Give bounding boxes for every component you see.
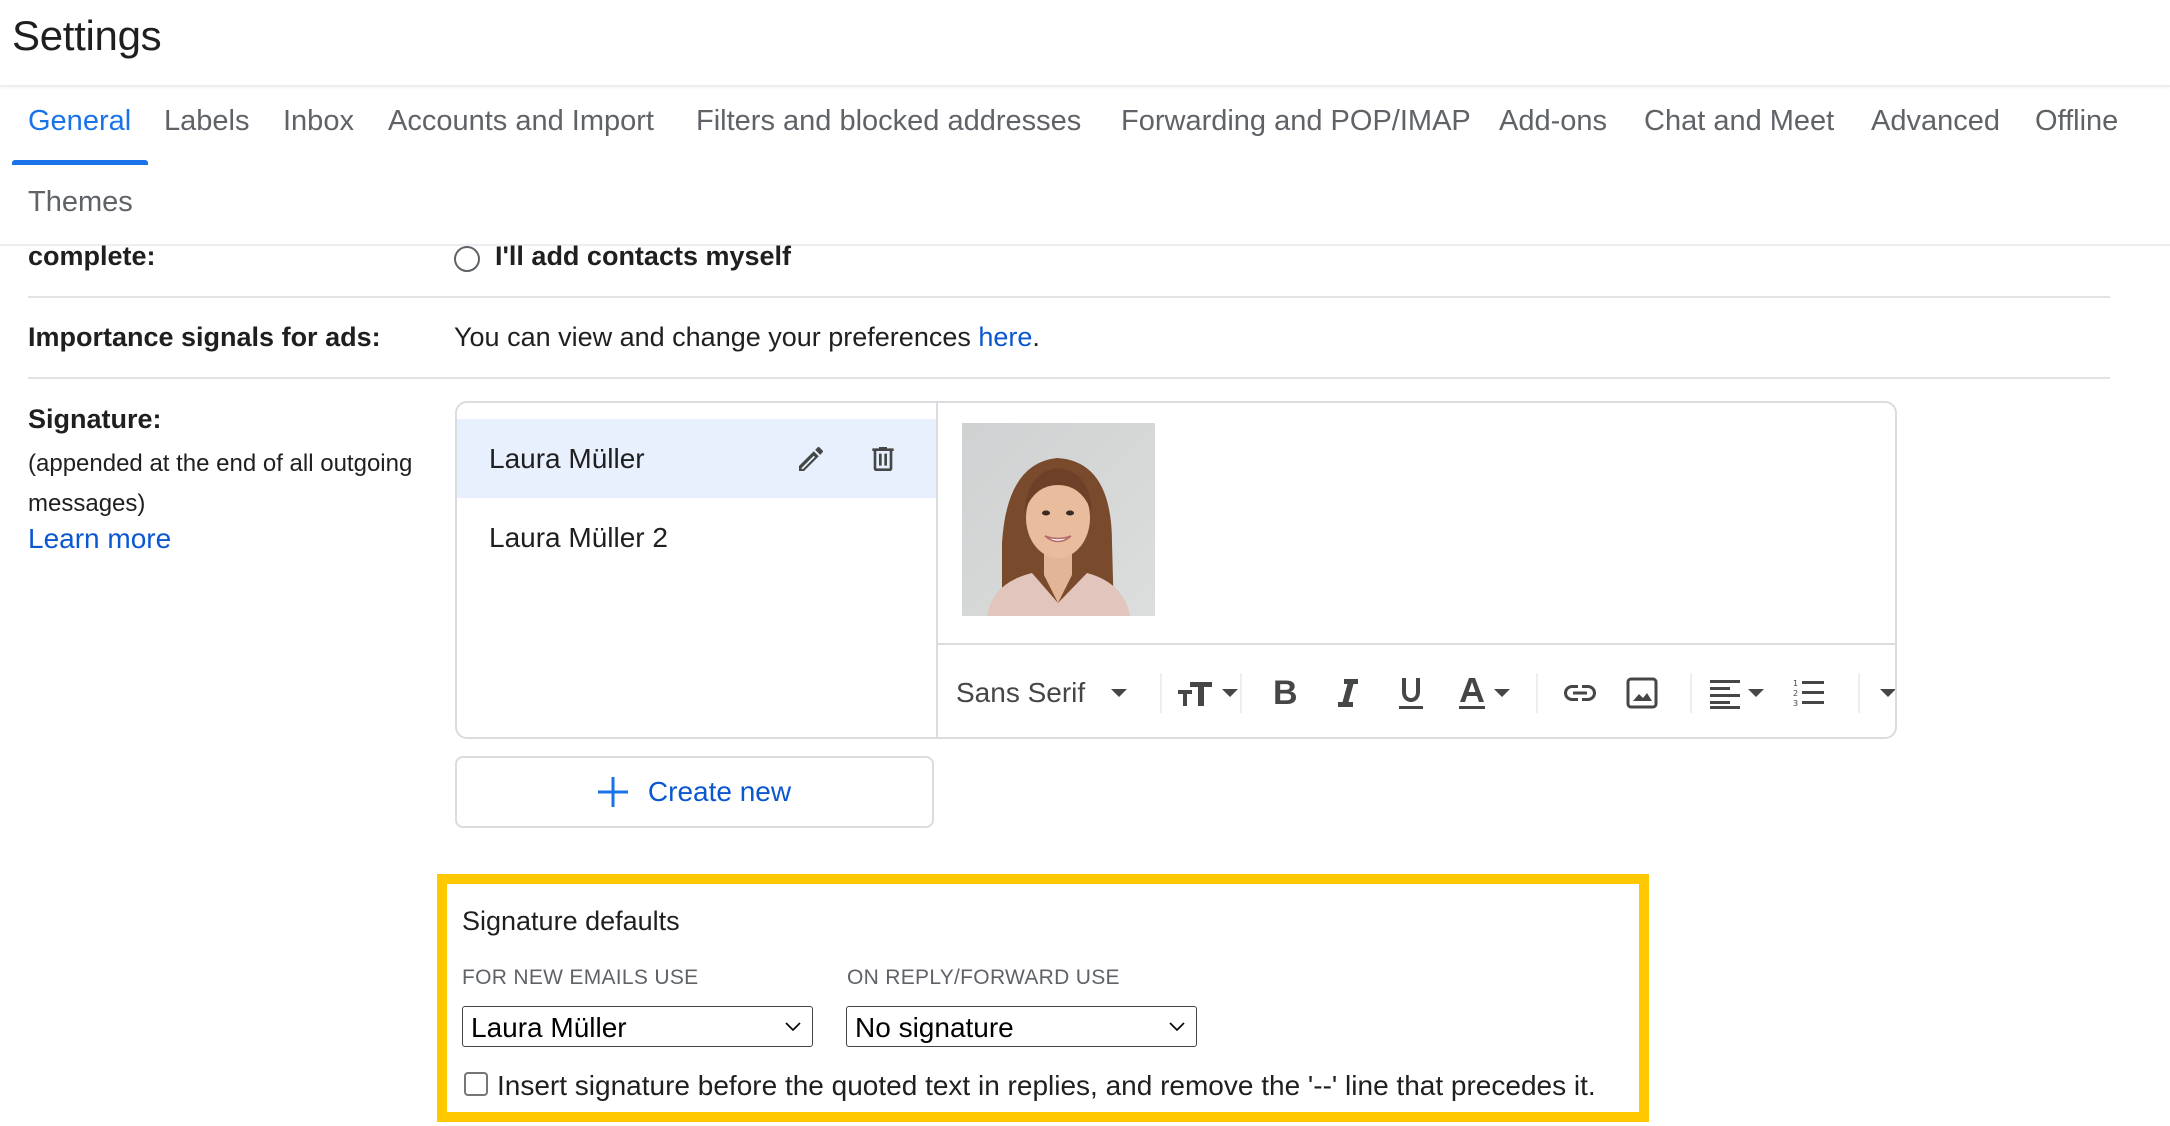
importance-signals-text: You can view and change your preferences… [454, 322, 1040, 353]
chevron-down-icon [785, 1022, 801, 1032]
font-family-value: Sans Serif [956, 677, 1086, 708]
link-icon [1564, 685, 1596, 701]
signature-list-item[interactable]: Laura Müller 2 [457, 498, 936, 577]
tab-labels[interactable]: Labels [164, 105, 249, 138]
preferences-here-link[interactable]: here [978, 322, 1032, 352]
new-emails-signature-value: Laura Müller [471, 1012, 627, 1043]
bold-button[interactable]: B [1273, 673, 1298, 712]
signature-name: Laura Müller 2 [489, 522, 668, 553]
underline-icon [1399, 678, 1423, 709]
row-divider [28, 296, 2110, 298]
bold-icon: B [1273, 673, 1298, 712]
tab-offline[interactable]: Offline [2035, 105, 2118, 138]
chevron-down-icon [1222, 689, 1238, 697]
signature-defaults-section: Signature defaults FOR NEW EMAILS USE ON… [437, 874, 1649, 1122]
signature-editor-card: Laura Müller Laura Müller 2 Sans Serif B… [455, 401, 1897, 739]
chevron-down-icon [1111, 689, 1128, 697]
pencil-icon [799, 446, 824, 471]
tab-accounts-and-import[interactable]: Accounts and Import [388, 105, 654, 138]
create-new-label: Create new [647, 776, 792, 807]
insert-signature-before-quoted-label: Insert signature before the quoted text … [497, 1070, 1596, 1101]
formatting-toolbar: Sans Serif B 1 2 3 [938, 643, 1895, 737]
numbered-list-icon: 123 [1793, 679, 1824, 708]
svg-text:2: 2 [1793, 689, 1798, 698]
text-size-button[interactable] [1178, 675, 1238, 711]
text-color-icon [1459, 678, 1485, 709]
active-tab-indicator [12, 160, 148, 165]
importance-signals-label: Importance signals for ads: [28, 322, 381, 352]
tab-add-ons[interactable]: Add-ons [1499, 105, 1607, 138]
new-emails-signature-select[interactable]: Laura Müller [462, 1006, 813, 1047]
image-icon [1626, 677, 1658, 709]
content-divider [0, 244, 2170, 246]
align-icon [1710, 680, 1740, 709]
font-family-dropdown[interactable]: Sans Serif [956, 675, 1128, 711]
tab-chat-and-meet[interactable]: Chat and Meet [1644, 105, 1834, 138]
tab-general[interactable]: General [28, 105, 131, 138]
signature-list-item[interactable]: Laura Müller [457, 419, 936, 498]
chevron-down-icon [1169, 1022, 1185, 1032]
tab-themes[interactable]: Themes [28, 186, 133, 219]
create-new-signature-button[interactable]: Create new [455, 756, 934, 828]
text-color-button[interactable] [1458, 675, 1510, 711]
more-options-icon [1880, 689, 1895, 697]
italic-button[interactable] [1336, 675, 1360, 711]
svg-text:1: 1 [1793, 679, 1798, 688]
reply-forward-label: ON REPLY/FORWARD USE [847, 966, 1120, 989]
tab-filters[interactable]: Filters and blocked addresses [696, 105, 1081, 138]
toolbar-separator [1858, 673, 1860, 713]
text-size-icon [1178, 682, 1212, 706]
signature-name: Laura Müller [489, 443, 645, 474]
numbered-list-button[interactable]: 123 [1792, 675, 1824, 711]
signature-photo [962, 423, 1155, 616]
signature-content-editor[interactable] [938, 403, 1895, 643]
reply-forward-signature-value: No signature [855, 1012, 1014, 1043]
tab-advanced[interactable]: Advanced [1871, 105, 2000, 138]
new-emails-label: FOR NEW EMAILS USE [462, 966, 699, 989]
toolbar-separator [1690, 673, 1692, 713]
importance-text: You can view and change your preferences [454, 322, 979, 352]
edit-signature-button[interactable] [791, 439, 831, 479]
chevron-down-icon [1748, 689, 1764, 697]
signature-description: (appended at the end of all outgoing mes… [28, 450, 413, 517]
insert-link-button[interactable] [1562, 675, 1598, 711]
insert-image-button[interactable] [1626, 675, 1658, 711]
trash-icon [872, 447, 894, 471]
chevron-down-icon [1494, 689, 1510, 697]
header-divider [0, 85, 2170, 87]
svg-text:3: 3 [1793, 699, 1798, 708]
insert-signature-before-quoted-checkbox[interactable] [464, 1072, 488, 1096]
more-formatting-button[interactable] [1880, 675, 1895, 711]
importance-suffix: . [1032, 322, 1040, 352]
delete-signature-button[interactable] [863, 439, 903, 479]
italic-icon [1338, 679, 1358, 707]
learn-more-link[interactable]: Learn more [28, 523, 171, 555]
tab-forwarding[interactable]: Forwarding and POP/IMAP [1121, 105, 1471, 138]
toolbar-separator [1536, 673, 1538, 713]
add-contacts-myself-radio[interactable] [454, 246, 480, 272]
add-contacts-myself-label: I'll add contacts myself [495, 241, 792, 271]
toolbar-separator [1160, 673, 1162, 713]
underline-button[interactable] [1398, 675, 1424, 711]
page-title: Settings [12, 12, 162, 59]
plus-icon [597, 777, 628, 807]
align-button[interactable] [1708, 675, 1764, 711]
tab-inbox[interactable]: Inbox [283, 105, 354, 138]
reply-forward-signature-select[interactable]: No signature [846, 1006, 1197, 1047]
signature-defaults-title: Signature defaults [462, 906, 680, 936]
signature-list: Laura Müller Laura Müller 2 [457, 403, 938, 737]
row-divider [28, 377, 2110, 379]
toolbar-separator [1240, 673, 1242, 713]
autocomplete-label: complete: [28, 241, 156, 271]
signature-label: Signature: [28, 404, 162, 434]
